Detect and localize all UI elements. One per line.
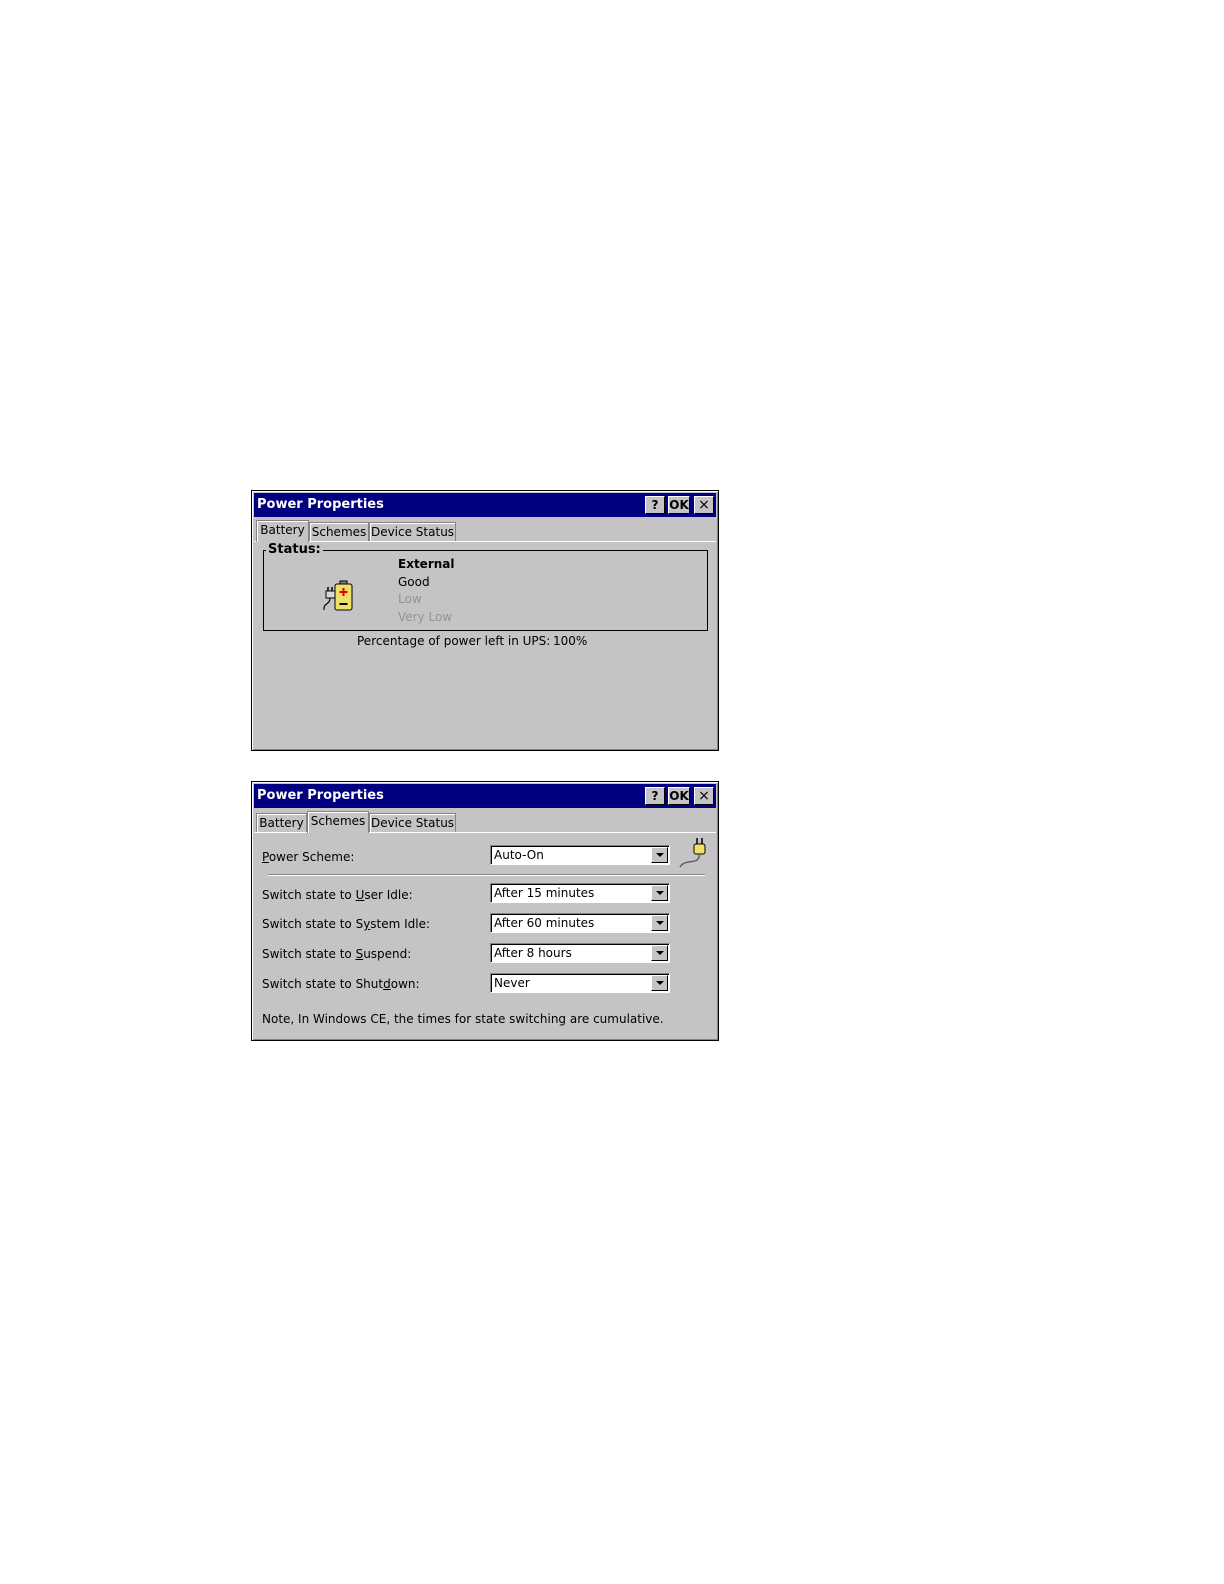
help-button[interactable]: ? bbox=[645, 496, 665, 514]
status-low: Low bbox=[398, 592, 422, 606]
power-properties-dialog-schemes: Power Properties ? OK × Battery Schemes … bbox=[251, 781, 719, 1041]
tab-device-status[interactable]: Device Status bbox=[369, 522, 456, 541]
ups-percentage-value: 100% bbox=[553, 634, 588, 648]
ups-percentage-label: Percentage of power left in UPS: bbox=[357, 634, 551, 648]
power-scheme-select[interactable]: Auto-On bbox=[490, 845, 670, 865]
ok-button[interactable]: OK bbox=[668, 787, 690, 805]
system-idle-label: Switch state to System Idle: bbox=[262, 917, 431, 931]
tab-schemes[interactable]: Schemes bbox=[307, 811, 369, 833]
tab-battery[interactable]: Battery bbox=[256, 520, 309, 542]
help-button[interactable]: ? bbox=[645, 787, 665, 805]
window-title: Power Properties bbox=[257, 788, 384, 803]
tab-divider bbox=[254, 541, 716, 542]
ok-button[interactable]: OK bbox=[668, 496, 690, 514]
power-properties-dialog-battery: Power Properties ? OK × Battery Schemes … bbox=[251, 490, 719, 751]
user-idle-label: Switch state to User Idle: bbox=[262, 888, 413, 902]
separator bbox=[268, 874, 705, 876]
tab-battery[interactable]: Battery bbox=[256, 813, 307, 832]
power-scheme-label: Power Scheme: bbox=[262, 850, 355, 864]
chevron-down-icon[interactable] bbox=[651, 885, 668, 901]
battery-plug-icon bbox=[323, 580, 353, 611]
power-scheme-value: Auto-On bbox=[494, 848, 544, 862]
power-plug-icon bbox=[679, 838, 706, 868]
tab-schemes[interactable]: Schemes bbox=[309, 522, 369, 541]
status-external: External bbox=[398, 557, 455, 571]
shutdown-label: Switch state to Shutdown: bbox=[262, 977, 420, 991]
close-button[interactable]: × bbox=[694, 496, 714, 514]
chevron-down-icon[interactable] bbox=[651, 975, 668, 991]
user-idle-select[interactable]: After 15 minutes bbox=[490, 883, 670, 903]
suspend-select[interactable]: After 8 hours bbox=[490, 943, 670, 963]
title-bar: Power Properties ? OK × bbox=[254, 493, 716, 517]
title-bar: Power Properties ? OK × bbox=[254, 784, 716, 808]
close-button[interactable]: × bbox=[694, 787, 714, 805]
window-title: Power Properties bbox=[257, 497, 384, 512]
shutdown-select[interactable]: Never bbox=[490, 973, 670, 993]
status-very-low: Very Low bbox=[398, 610, 453, 624]
chevron-down-icon[interactable] bbox=[651, 915, 668, 931]
user-idle-value: After 15 minutes bbox=[494, 886, 595, 900]
status-group-label: Status: bbox=[266, 542, 323, 557]
tab-device-status[interactable]: Device Status bbox=[369, 813, 456, 832]
chevron-down-icon[interactable] bbox=[651, 847, 668, 863]
status-good: Good bbox=[398, 575, 430, 589]
suspend-label: Switch state to Suspend: bbox=[262, 947, 412, 961]
system-idle-value: After 60 minutes bbox=[494, 916, 595, 930]
suspend-value: After 8 hours bbox=[494, 946, 572, 960]
shutdown-value: Never bbox=[494, 976, 530, 990]
status-groupbox: Status: External Good Low Very Low bbox=[263, 542, 708, 631]
note-text: Note, In Windows CE, the times for state… bbox=[262, 1012, 664, 1026]
chevron-down-icon[interactable] bbox=[651, 945, 668, 961]
system-idle-select[interactable]: After 60 minutes bbox=[490, 913, 670, 933]
